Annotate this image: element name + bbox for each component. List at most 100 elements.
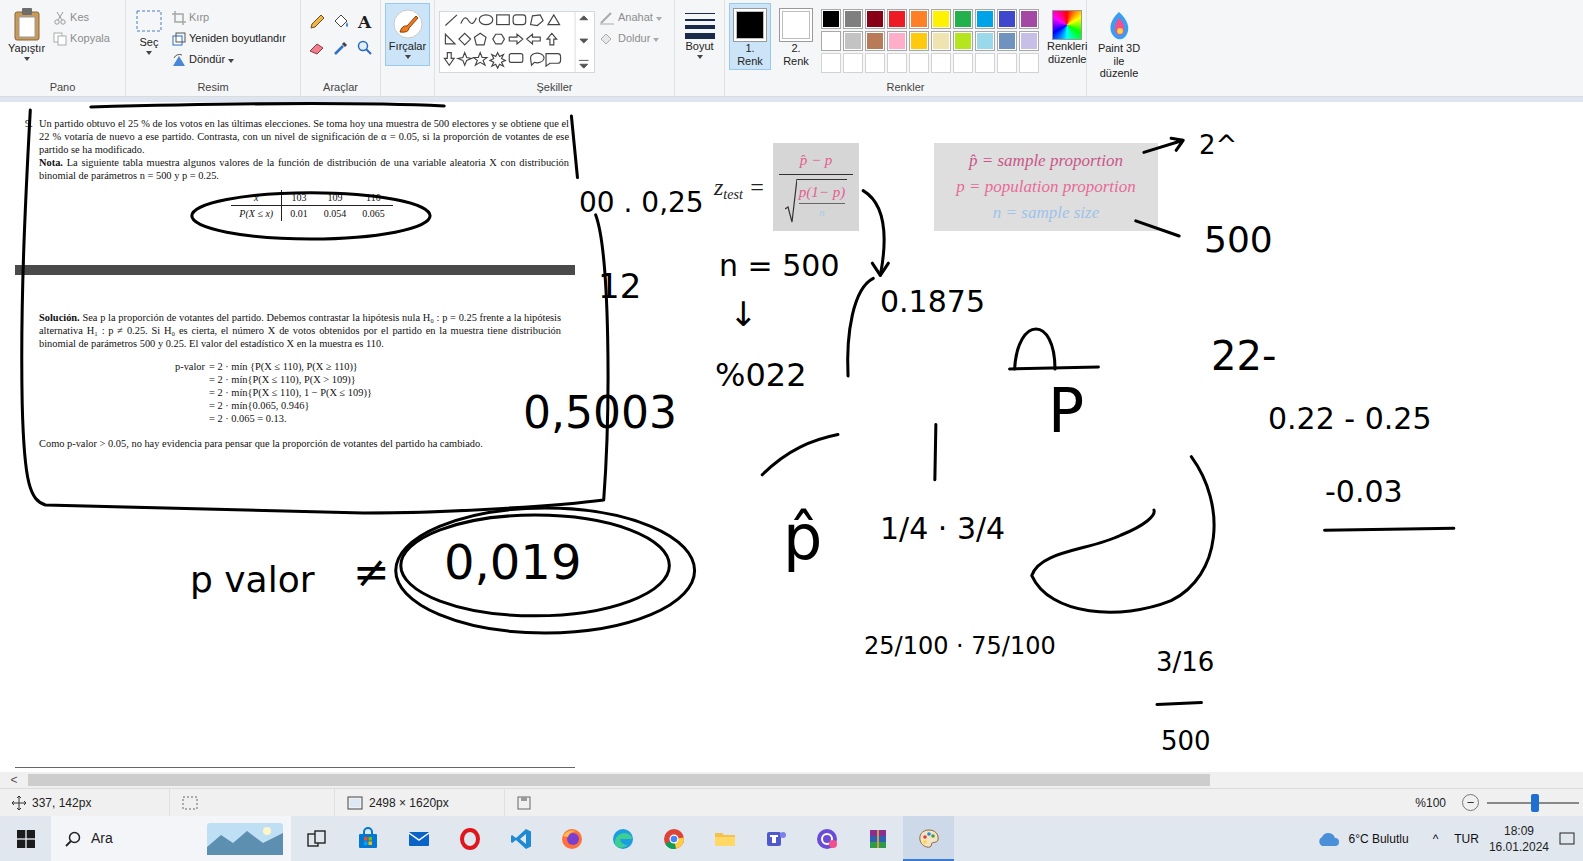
color-swatch[interactable] <box>1019 31 1039 51</box>
resize-button[interactable]: Yeniden boyutlandır <box>172 28 286 49</box>
magnifier-tool[interactable] <box>354 37 376 59</box>
handwritten-note: ↓ <box>729 294 758 335</box>
taskbar: Ara 6°C Bulutlu ^ TUR 18:09 16.01.2024 <box>0 816 1583 861</box>
taskbar-app[interactable] <box>444 816 495 861</box>
color-swatch[interactable] <box>975 31 995 51</box>
zoom-out-button[interactable]: − <box>1462 794 1479 811</box>
select-button[interactable]: Seç <box>130 3 168 58</box>
color-swatch[interactable] <box>821 31 841 51</box>
group-label: Araçlar <box>305 80 376 96</box>
drawing-canvas[interactable]: 9. Un partido obtuvo el 25 % de los voto… <box>0 102 1583 772</box>
line-width-icon <box>684 10 716 40</box>
group-label: Resim <box>130 80 296 96</box>
color-swatch[interactable] <box>843 31 863 51</box>
taskbar-app[interactable] <box>699 816 750 861</box>
scroll-track[interactable] <box>28 772 1583 788</box>
fill-tool[interactable] <box>330 11 352 33</box>
color-swatch[interactable] <box>931 9 951 29</box>
color-swatch[interactable] <box>909 31 929 51</box>
status-bar: 337, 142px 2498 × 1620px %100 − <box>0 788 1583 816</box>
formula-legend: p̂ = sample proportionp = population pro… <box>934 143 1158 231</box>
color-swatch[interactable] <box>997 9 1017 29</box>
weather-widget[interactable]: 6°C Bulutlu <box>1316 830 1408 848</box>
start-button[interactable] <box>0 816 51 861</box>
custom-color-slot[interactable] <box>975 53 995 73</box>
color-swatch[interactable] <box>953 31 973 51</box>
taskbar-app[interactable] <box>546 816 597 861</box>
custom-color-slot[interactable] <box>953 53 973 73</box>
task-view-button[interactable] <box>291 816 342 861</box>
rotate-button[interactable]: Döndür <box>172 49 286 70</box>
custom-color-slot[interactable] <box>887 53 907 73</box>
notifications-icon[interactable] <box>1559 831 1575 847</box>
taskbar-app[interactable] <box>342 816 393 861</box>
custom-color-slot[interactable] <box>821 53 841 73</box>
color-slot[interactable]: 2. Renk <box>775 3 817 70</box>
handwritten-note: p̂ <box>783 501 822 575</box>
fill-button[interactable]: Doldur <box>599 28 662 49</box>
language-indicator[interactable]: TUR <box>1454 830 1479 848</box>
size-button[interactable]: Boyut <box>680 3 720 62</box>
zoom-slider[interactable] <box>1487 802 1579 804</box>
color-swatch[interactable] <box>865 9 885 29</box>
color-swatch[interactable] <box>953 9 973 29</box>
magnifier-icon <box>356 39 374 57</box>
taskbar-app[interactable] <box>648 816 699 861</box>
eraser-tool[interactable] <box>306 37 328 59</box>
handwritten-note: 25/100 · 75/100 <box>864 632 1056 661</box>
chrome-icon <box>662 827 686 851</box>
taskbar-app[interactable] <box>903 816 954 861</box>
color-swatch[interactable] <box>887 9 907 29</box>
legend-entry: p̂ = sample proportion <box>969 148 1123 174</box>
color-swatch[interactable] <box>887 31 907 51</box>
taskbar-app[interactable] <box>750 816 801 861</box>
zoom-slider-fill[interactable] <box>1487 802 1535 804</box>
size-group: Boyut <box>675 0 725 96</box>
taskbar-app[interactable] <box>597 816 648 861</box>
search-box[interactable]: Ara <box>51 816 291 861</box>
scroll-thumb[interactable] <box>28 774 1210 786</box>
selection-icon <box>134 6 164 36</box>
color-swatch[interactable] <box>909 9 929 29</box>
brushes-button[interactable]: Fırçalar <box>385 3 430 66</box>
outline-button[interactable]: Anahat <box>599 7 662 28</box>
color-slot[interactable]: 1. Renk <box>729 3 771 70</box>
taskbar-app[interactable] <box>852 816 903 861</box>
edit-colors-button[interactable]: Renkleri düzenle <box>1043 3 1091 68</box>
horizontal-scrollbar[interactable]: < <box>0 772 1583 788</box>
color-swatch[interactable] <box>1019 9 1039 29</box>
taskbar-app[interactable] <box>495 816 546 861</box>
taskbar-app[interactable] <box>801 816 852 861</box>
scroll-left-button[interactable]: < <box>0 772 28 788</box>
custom-color-slot[interactable] <box>865 53 885 73</box>
custom-color-slot[interactable] <box>909 53 929 73</box>
copy-button[interactable]: Kopyala <box>53 28 110 49</box>
paste-button[interactable]: Yapıştır <box>4 3 49 64</box>
clock[interactable]: 18:09 16.01.2024 <box>1479 823 1559 855</box>
color-swatch[interactable] <box>931 31 951 51</box>
crop-button[interactable]: Kırp <box>172 7 286 28</box>
custom-color-slot[interactable] <box>931 53 951 73</box>
color-picker-tool[interactable] <box>330 37 352 59</box>
cut-button[interactable]: Kes <box>53 7 110 28</box>
taskbar-app[interactable] <box>393 816 444 861</box>
color-swatch[interactable] <box>975 9 995 29</box>
color-swatch[interactable] <box>997 31 1017 51</box>
browser-icon <box>815 827 839 851</box>
paint3d-button[interactable]: Paint 3D ile düzenle <box>1091 3 1147 83</box>
custom-color-slot[interactable] <box>1019 53 1039 73</box>
custom-color-slot[interactable] <box>843 53 863 73</box>
distribution-table: x103109110P(X ≤ x)0.010.0540.065 <box>231 190 392 221</box>
tray-overflow-button[interactable]: ^ <box>1433 830 1439 848</box>
text-tool[interactable]: A <box>354 11 376 33</box>
color-swatch[interactable] <box>865 31 885 51</box>
pencil-icon <box>308 13 326 31</box>
search-highlight-picture-icon <box>207 823 283 855</box>
custom-color-slot[interactable] <box>997 53 1017 73</box>
color-swatch[interactable] <box>843 9 863 29</box>
color-swatch[interactable] <box>821 9 841 29</box>
z-test-formula: ztest = p̂ − p p(1− p) n <box>714 143 859 231</box>
shapes-gallery-icon[interactable] <box>439 11 595 73</box>
handwritten-note: 0.22 - 0.25 <box>1268 401 1432 437</box>
pencil-tool[interactable] <box>306 11 328 33</box>
